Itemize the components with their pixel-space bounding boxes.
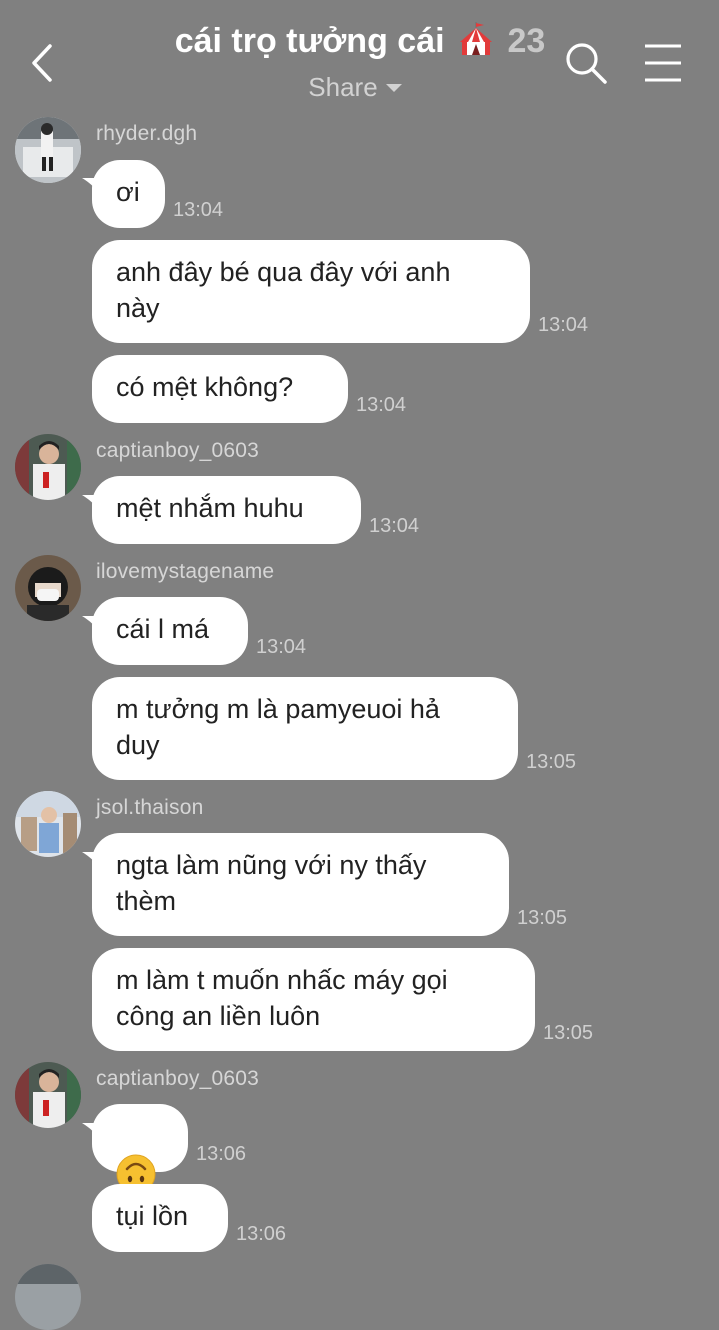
message-bubble[interactable]: tụi lồn bbox=[92, 1184, 228, 1252]
avatar-image bbox=[15, 1062, 81, 1128]
avatar-partial[interactable] bbox=[15, 1264, 81, 1330]
menu-icon[interactable] bbox=[643, 42, 683, 84]
message-time: 13:06 bbox=[236, 1223, 287, 1245]
avatar-captianboy[interactable] bbox=[15, 1062, 81, 1128]
chat-title: cái trọ tưởng cái bbox=[174, 22, 445, 60]
avatar-image bbox=[15, 1264, 81, 1330]
message-bubble[interactable]: anh đây bé qua đây với anh này bbox=[92, 240, 530, 343]
sender-name: captianboy_0603 bbox=[96, 439, 259, 462]
message-time: 13:06 bbox=[196, 1143, 247, 1165]
tent-icon bbox=[460, 22, 492, 55]
sender-name: ilovemystagename bbox=[96, 560, 275, 583]
avatar-image bbox=[15, 434, 81, 500]
sender-name: jsol.thaison bbox=[96, 796, 204, 819]
avatar-rhyder[interactable] bbox=[15, 117, 81, 183]
message-bubble[interactable]: m tưởng m là pamyeuoi hả duy bbox=[92, 677, 518, 780]
message-time: 13:04 bbox=[369, 515, 420, 537]
message-bubble[interactable]: ngta làm nũng với ny thấy thèm bbox=[92, 833, 509, 936]
message-bubble[interactable]: m làm t muốn nhấc máy gọi công an liền l… bbox=[92, 948, 535, 1051]
message-time: 13:05 bbox=[526, 751, 577, 773]
avatar-ilovemystagename[interactable] bbox=[15, 555, 81, 621]
message-time: 13:05 bbox=[517, 907, 568, 929]
message-time: 13:04 bbox=[538, 314, 589, 336]
member-count: 23 bbox=[507, 22, 546, 60]
message-time: 13:04 bbox=[256, 636, 307, 658]
avatar-image bbox=[15, 555, 81, 621]
message-time: 13:04 bbox=[173, 199, 224, 221]
avatar-image bbox=[15, 117, 81, 183]
message-bubble[interactable]: cái l má bbox=[92, 597, 248, 665]
share-dropdown[interactable]: Share bbox=[300, 72, 410, 103]
avatar-jsol[interactable] bbox=[15, 791, 81, 857]
back-icon[interactable] bbox=[22, 40, 62, 86]
message-bubble[interactable]: có mệt không? bbox=[92, 355, 348, 423]
avatar-image bbox=[15, 791, 81, 857]
sender-name: captianboy_0603 bbox=[96, 1067, 259, 1090]
message-time: 13:04 bbox=[356, 394, 407, 416]
search-icon[interactable] bbox=[563, 40, 609, 86]
message-time: 13:05 bbox=[543, 1022, 594, 1044]
share-label: Share bbox=[308, 72, 378, 102]
message-bubble[interactable]: mệt nhắm huhu bbox=[92, 476, 361, 544]
avatar-captianboy[interactable] bbox=[15, 434, 81, 500]
chevron-down-icon bbox=[385, 84, 402, 92]
chat-header: cái trọ tưởng cái 23 Share bbox=[0, 0, 719, 110]
message-bubble[interactable]: ơi bbox=[92, 160, 165, 228]
message-bubble[interactable] bbox=[92, 1104, 188, 1194]
chat-title-group[interactable]: cái trọ tưởng cái 23 bbox=[130, 22, 590, 61]
sender-name: rhyder.dgh bbox=[96, 122, 198, 145]
